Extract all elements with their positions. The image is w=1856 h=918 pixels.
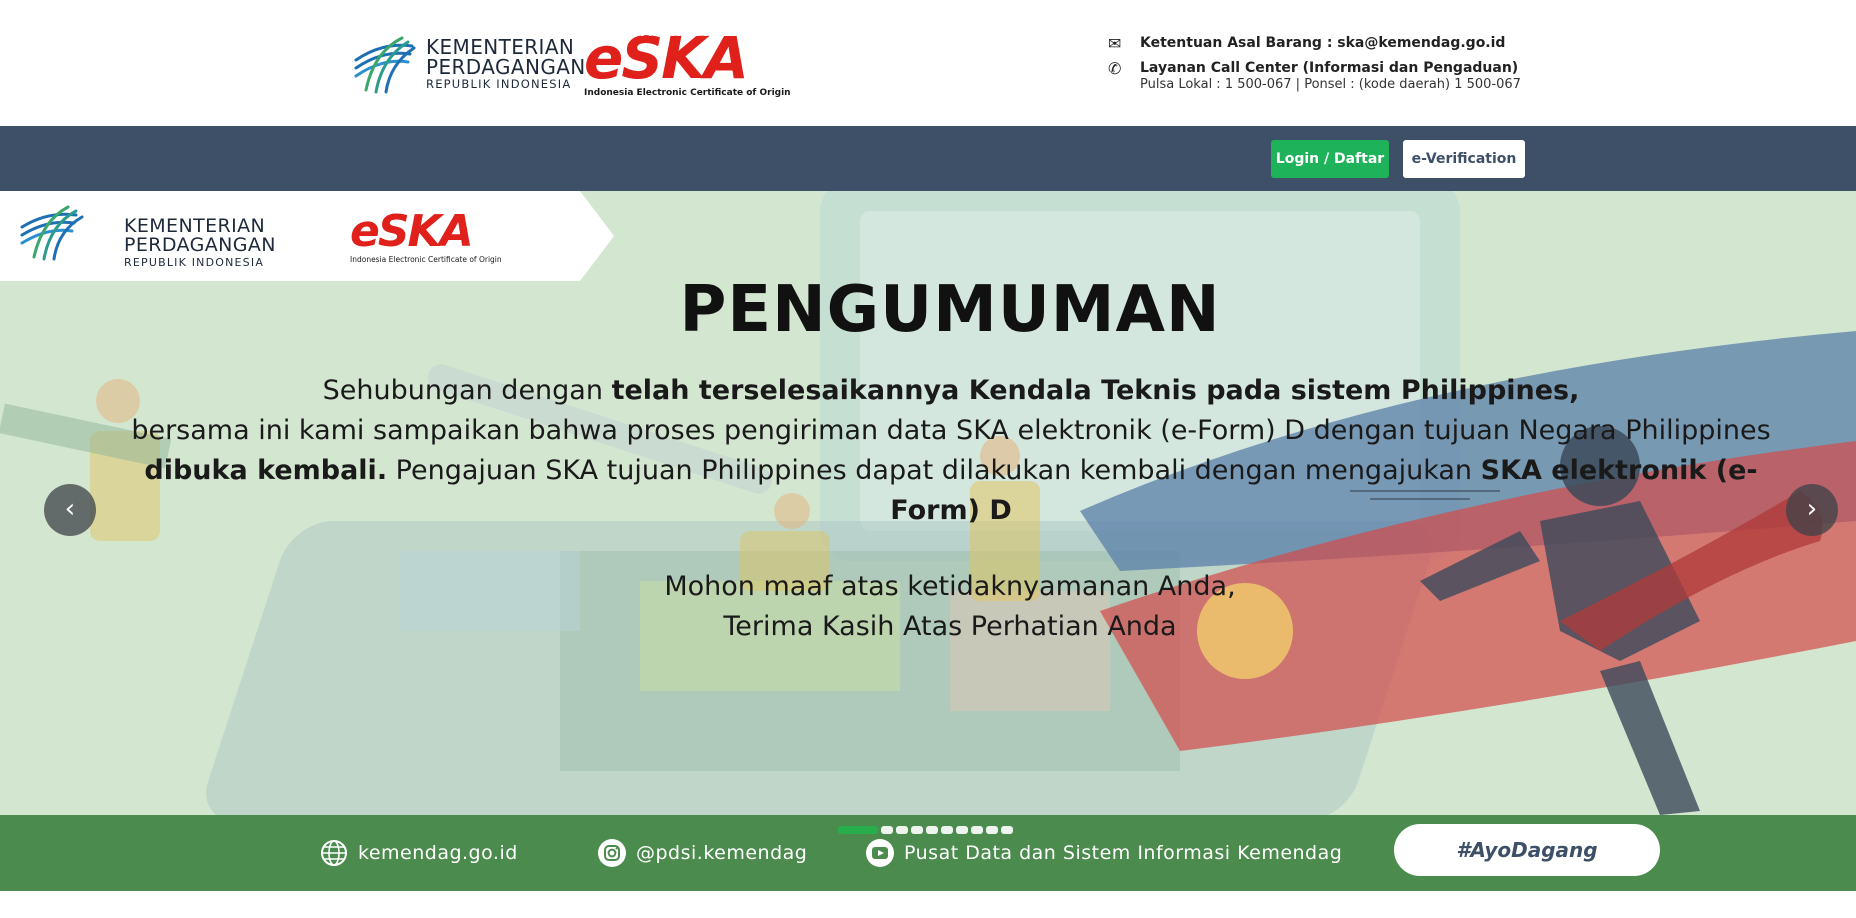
instagram-icon: [598, 839, 626, 867]
carousel-prev-button[interactable]: ‹: [44, 484, 96, 536]
banner-eska-logo: eSKA Indonesia Electronic Certificate of…: [350, 206, 502, 265]
chevron-down-icon: ⌵: [882, 28, 891, 39]
chevron-right-icon: ›: [1806, 494, 1818, 524]
instagram-label: @pdsi.kemendag: [636, 842, 808, 864]
envelope-icon: ✉: [1108, 34, 1122, 53]
nav-item-label: BERANDA: [349, 24, 426, 40]
nav-item-pusat-informasi[interactable]: PUSAT INFORMASI ⌵: [609, 0, 765, 65]
nav-item-layanan[interactable]: LAYANAN ⌵: [919, 0, 1002, 65]
ayodagang-button[interactable]: #AyoDagang: [1394, 824, 1660, 876]
youtube-icon: [866, 839, 894, 867]
announcement-text: Sehubungan dengan: [322, 375, 612, 406]
contact-info: ✉ Ketentuan Asal Barang : ska@kemendag.g…: [1108, 34, 1528, 98]
contact-email-row: ✉ Ketentuan Asal Barang : ska@kemendag.g…: [1108, 34, 1528, 53]
chevron-down-icon: ⌵: [576, 28, 584, 39]
website-label: kemendag.go.id: [358, 842, 518, 864]
banner-eska-tagline: Indonesia Electronic Certificate of Orig…: [350, 255, 502, 264]
globe-icon: [321, 840, 347, 866]
instagram-link[interactable]: @pdsi.kemendag: [596, 815, 807, 891]
chevron-left-icon: ‹: [64, 494, 76, 524]
banner-ministry-text: KEMENTERIAN PERDAGANGAN REPUBLIK INDONES…: [124, 217, 276, 269]
callcenter-numbers: Pulsa Lokal : 1 500-067 | Ponsel : (kode…: [1140, 77, 1521, 92]
announcement-text: bersama ini kami sampaikan bahwa proses …: [131, 415, 1771, 446]
banner-eska-wordmark: eSKA: [350, 206, 474, 257]
announcement-closing: Mohon maaf atas ketidaknyamanan Anda, Te…: [0, 567, 1856, 647]
phone-icon: ✆: [1108, 59, 1122, 78]
carousel-indicator[interactable]: [986, 826, 998, 834]
announcement-title: PENGUMUMAN: [679, 273, 1221, 347]
chevron-down-icon: ⌵: [757, 28, 765, 39]
nav-item-beranda[interactable]: BERANDA: [349, 0, 425, 65]
nav-item-label: LAYANAN: [919, 24, 992, 40]
contact-email[interactable]: Ketentuan Asal Barang : ska@kemendag.go.…: [1140, 34, 1505, 52]
page-bottom: [0, 891, 1856, 918]
announcement-banner[interactable]: KEMENTERIAN PERDAGANGAN REPUBLIK INDONES…: [0, 191, 1856, 815]
ministry-logo-line3: REPUBLIK INDONESIA: [426, 77, 572, 92]
announcement-text-bold: telah terselesaikannya Kendala Teknis pa…: [611, 375, 1580, 406]
carousel-indicator[interactable]: [1001, 826, 1013, 834]
banner-ministry-line2: PERDAGANGAN: [124, 234, 276, 256]
announcement-body: Sehubungan dengan telah terselesaikannya…: [120, 371, 1782, 531]
carousel-indicator[interactable]: [956, 826, 968, 834]
login-button[interactable]: Login / Daftar: [1271, 140, 1389, 178]
carousel-indicator[interactable]: [926, 826, 938, 834]
nav-item-label: PUSAT INFORMASI: [609, 24, 755, 40]
announcement-text: Pengajuan SKA tujuan Philippines dapat d…: [387, 455, 1481, 486]
everification-button[interactable]: e-Verification: [1403, 140, 1525, 178]
carousel-indicator[interactable]: [881, 826, 893, 834]
carousel-indicator[interactable]: [911, 826, 923, 834]
contact-phone-row: ✆ Layanan Call Center (Informasi dan Pen…: [1108, 59, 1528, 92]
nav-item-tentang-kami[interactable]: TENTANG KAMI ⌵: [454, 0, 584, 65]
nav-item-peraturan[interactable]: PERATURAN ⌵: [785, 0, 890, 65]
eska-tagline: Indonesia Electronic Certificate of Orig…: [584, 88, 791, 98]
carousel-indicator[interactable]: [838, 826, 878, 834]
announcement-text-bold: dibuka kembali.: [144, 455, 388, 486]
carousel-indicators: [838, 826, 1013, 836]
nav-item-label: PERATURAN: [785, 24, 880, 40]
banner-ministry-line3: REPUBLIK INDONESIA: [124, 256, 265, 269]
carousel-indicator[interactable]: [971, 826, 983, 834]
closing-line: Terima Kasih Atas Perhatian Anda: [723, 611, 1177, 642]
main-navbar: [0, 126, 1856, 191]
banner-logo-panel: [0, 191, 614, 281]
nav-item-label: TENTANG KAMI: [454, 24, 574, 40]
chevron-down-icon: ⌵: [994, 28, 1002, 39]
closing-line: Mohon maaf atas ketidaknyamanan Anda,: [664, 571, 1236, 602]
carousel-indicator[interactable]: [941, 826, 953, 834]
callcenter-label: Layanan Call Center (Informasi dan Penga…: [1140, 60, 1519, 76]
carousel-indicator[interactable]: [896, 826, 908, 834]
website-link[interactable]: kemendag.go.id: [318, 815, 518, 891]
carousel-next-button[interactable]: ›: [1786, 484, 1838, 536]
